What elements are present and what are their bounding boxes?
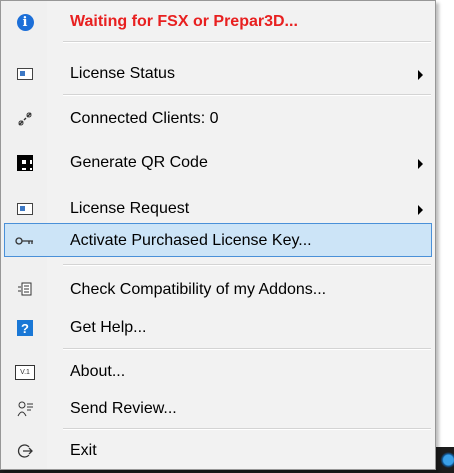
qr-code-icon [15, 153, 35, 173]
connected-clients-icon [15, 109, 35, 129]
menu-item-label: About... [70, 363, 126, 380]
menu-item-send-review[interactable]: Send Review... [4, 391, 432, 425]
review-icon [15, 399, 35, 419]
help-icon: ? [15, 318, 35, 338]
version-icon: V.1 [15, 362, 35, 382]
license-request-icon [15, 199, 35, 219]
exit-icon [15, 441, 35, 461]
menu-separator [63, 428, 431, 430]
submenu-arrow-icon [418, 159, 423, 169]
menu-item-license-request[interactable]: License Request [4, 191, 432, 225]
menu-separator [63, 41, 431, 43]
menu-item-label: Waiting for FSX or Prepar3D... [70, 13, 298, 30]
menu-item-label: Activate Purchased License Key... [70, 232, 312, 249]
menu-item-check-compatibility[interactable]: Check Compatibility of my Addons... [4, 272, 432, 306]
menu-item-label: Check Compatibility of my Addons... [70, 281, 327, 298]
menu-item-label: Connected Clients: 0 [70, 110, 219, 127]
menu-separator [63, 94, 431, 96]
info-icon: i [15, 12, 35, 32]
menu-item-license-status[interactable]: License Status [4, 56, 432, 90]
menu-item-label: License Request [70, 200, 190, 217]
tray-app-icon[interactable] [440, 450, 454, 470]
menu-item-waiting-status[interactable]: i Waiting for FSX or Prepar3D... [4, 4, 432, 38]
menu-item-label: Exit [70, 442, 97, 459]
menu-item-label: Send Review... [70, 400, 177, 417]
menu-item-label: Get Help... [70, 319, 147, 336]
context-menu: i Waiting for FSX or Prepar3D... License… [0, 0, 436, 470]
submenu-arrow-icon [418, 70, 423, 80]
menu-item-label: License Status [70, 65, 175, 82]
menu-item-connected-clients[interactable]: Connected Clients: 0 [4, 101, 432, 135]
license-status-icon [15, 64, 35, 84]
menu-item-about[interactable]: V.1 About... [4, 354, 432, 388]
menu-separator [63, 264, 431, 266]
menu-item-label: Generate QR Code [70, 154, 208, 171]
menu-item-exit[interactable]: Exit [4, 433, 432, 467]
menu-separator [63, 348, 431, 350]
menu-item-activate-license-key[interactable]: Activate Purchased License Key... [4, 223, 432, 257]
menu-item-generate-qr-code[interactable]: Generate QR Code [4, 145, 432, 179]
compatibility-icon [15, 280, 35, 300]
submenu-arrow-icon [418, 205, 423, 215]
key-icon [15, 231, 35, 251]
menu-item-get-help[interactable]: ? Get Help... [4, 310, 432, 344]
